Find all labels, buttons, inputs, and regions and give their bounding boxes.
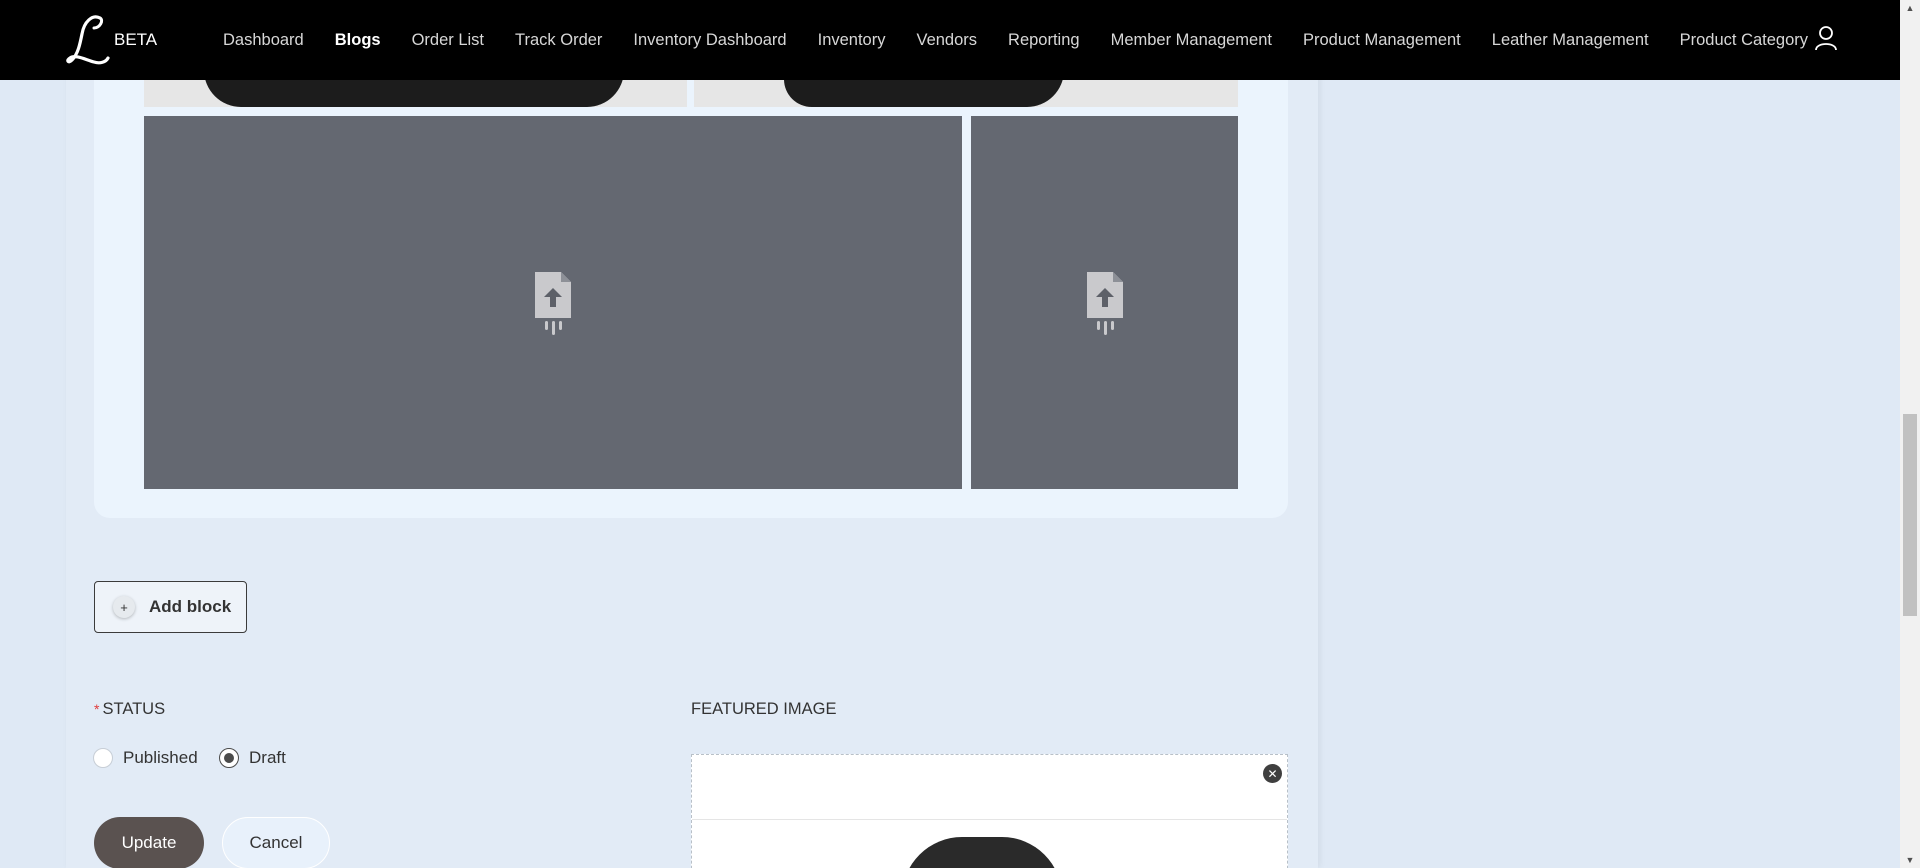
nav-blogs[interactable]: Blogs [335, 31, 381, 50]
plus-icon: + [113, 596, 135, 618]
close-icon: ✕ [1267, 766, 1278, 781]
nav-order-list[interactable]: Order List [412, 31, 484, 50]
jacket-photo-detail [784, 80, 1064, 107]
nav-inventory[interactable]: Inventory [818, 31, 886, 50]
nav-dashboard[interactable]: Dashboard [223, 31, 304, 50]
status-option-published[interactable]: Published [93, 748, 198, 768]
remove-featured-image-button[interactable]: ✕ [1263, 764, 1282, 783]
scroll-down-arrow-icon[interactable]: ▼ [1900, 852, 1920, 868]
status-label: * STATUS [94, 700, 165, 719]
scrollbar-thumb[interactable] [1903, 414, 1917, 616]
scroll-up-arrow-icon[interactable]: ▲ [1900, 0, 1920, 16]
cancel-button[interactable]: Cancel [222, 817, 330, 868]
file-upload-icon [535, 271, 571, 335]
required-mark: * [94, 701, 100, 717]
main-nav: Dashboard Blogs Order List Track Order I… [223, 0, 1839, 80]
image-placeholder-large[interactable] [144, 116, 962, 489]
status-option-draft[interactable]: Draft [219, 748, 286, 768]
divider [692, 819, 1287, 820]
nav-reporting[interactable]: Reporting [1008, 31, 1080, 50]
nav-product-category[interactable]: Product Category [1680, 31, 1808, 50]
jacket-photo-detail [204, 80, 624, 107]
add-block-button[interactable]: + Add block [94, 581, 247, 633]
add-block-label: Add block [149, 597, 232, 616]
page-scrollbar[interactable]: ▲ ▼ [1900, 0, 1920, 868]
featured-image-preview[interactable] [691, 754, 1288, 868]
nav-leather-management[interactable]: Leather Management [1492, 31, 1649, 50]
draft-radio-label: Draft [249, 748, 286, 767]
nav-member-management[interactable]: Member Management [1111, 31, 1272, 50]
top-navbar: BETA Dashboard Blogs Order List Track Or… [0, 0, 1900, 80]
user-icon[interactable] [1814, 25, 1838, 51]
nav-product-management[interactable]: Product Management [1303, 31, 1461, 50]
brand-logo[interactable] [62, 14, 114, 68]
featured-image-thumbnail [902, 837, 1062, 868]
file-upload-icon [1086, 271, 1123, 335]
update-button[interactable]: Update [94, 817, 204, 868]
published-radio-label: Published [123, 748, 198, 767]
nav-track-order[interactable]: Track Order [515, 31, 602, 50]
nav-inventory-dashboard[interactable]: Inventory Dashboard [633, 31, 786, 50]
published-radio[interactable] [93, 748, 113, 768]
nav-vendors[interactable]: Vendors [916, 31, 977, 50]
status-label-text: STATUS [102, 700, 166, 718]
brand-label: BETA [114, 30, 158, 49]
gallery-photo-right[interactable] [694, 80, 1238, 107]
image-placeholder-small[interactable] [971, 116, 1238, 489]
draft-radio[interactable] [219, 748, 239, 768]
featured-image-label: FEATURED IMAGE [691, 700, 837, 718]
gallery-photo-left[interactable] [144, 80, 687, 107]
